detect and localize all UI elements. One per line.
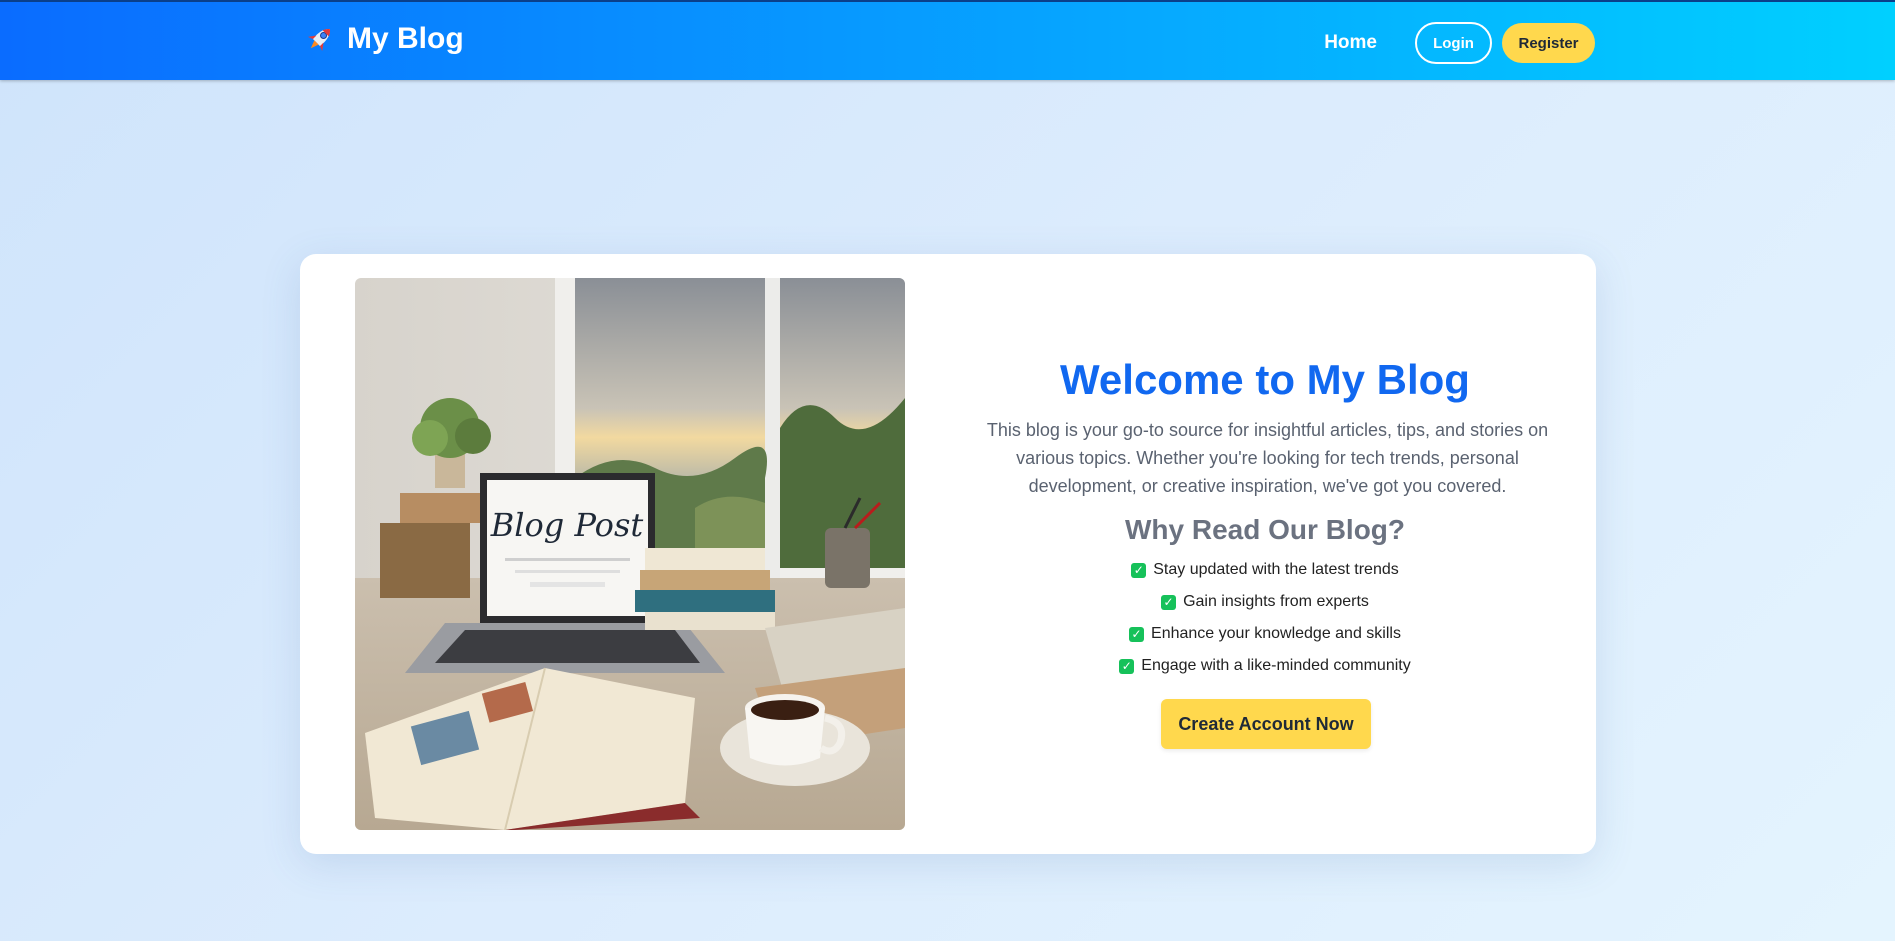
login-button[interactable]: Login [1415,22,1492,64]
create-account-button[interactable]: Create Account Now [1161,699,1371,749]
welcome-content: Welcome to My Blog This blog is your go-… [950,254,1580,854]
welcome-card: Blog Post Welcome to My Blog This blog i… [300,254,1596,854]
benefit-text: Enhance your knowledge and skills [1151,625,1401,642]
benefit-item: ✓ Gain insights from experts [950,586,1580,618]
hero-image: Blog Post [355,278,905,830]
nav-links: Home Login Register [1324,22,1595,64]
benefit-item: ✓ Enhance your knowledge and skills [950,618,1580,650]
checkmark-icon: ✓ [1119,658,1135,674]
checkmark-icon: ✓ [1131,562,1147,578]
benefit-item: ✓ Stay updated with the latest trends [950,554,1580,586]
checkmark-icon: ✓ [1129,626,1145,642]
navbar: My Blog Home Login Register [0,0,1895,80]
rocket-icon [303,22,337,56]
benefit-text: Stay updated with the latest trends [1153,561,1399,578]
nav-home-link[interactable]: Home [1324,32,1377,54]
register-button[interactable]: Register [1502,23,1595,63]
benefit-text: Gain insights from experts [1183,593,1369,610]
benefit-item: ✓ Engage with a like-minded community [950,650,1580,682]
brand-text: My Blog [347,22,464,55]
benefit-text: Engage with a like-minded community [1141,657,1411,674]
intro-text: This blog is your go-to source for insig… [986,420,1549,496]
why-read-heading: Why Read Our Blog? [1125,514,1405,545]
checkmark-icon: ✓ [1161,594,1177,610]
brand-link[interactable]: My Blog [303,22,464,56]
benefits-list: ✓ Stay updated with the latest trends ✓ … [950,554,1580,682]
page-title: Welcome to My Blog [1060,356,1470,403]
svg-text:Blog Post: Blog Post [490,506,644,544]
